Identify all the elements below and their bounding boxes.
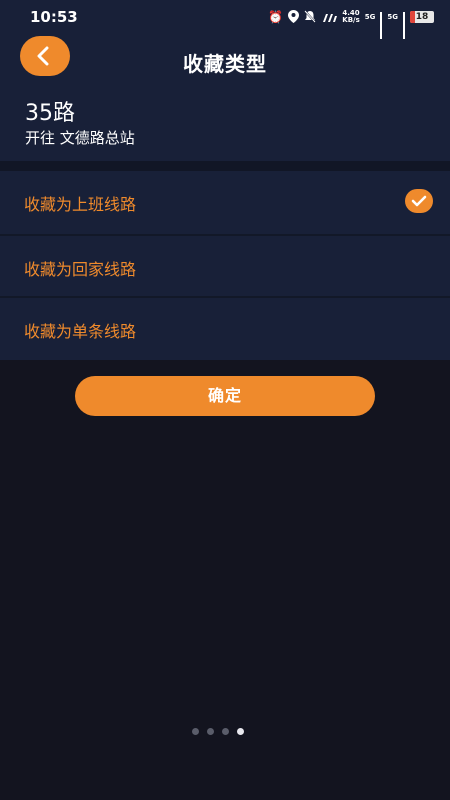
mute-bell-icon	[304, 8, 317, 27]
confirm-button[interactable]: 确定	[75, 376, 375, 416]
status-time: 10:53	[30, 8, 78, 26]
page-dot[interactable]	[222, 728, 229, 735]
option-commute-to-work[interactable]: 收藏为上班线路	[0, 171, 440, 231]
page-dot[interactable]	[207, 728, 214, 735]
network-speed: 4.40 KB/s	[342, 9, 360, 24]
carrier-logo-icon	[321, 8, 338, 27]
option-label: 收藏为回家线路	[24, 260, 137, 279]
route-direction: 开往 文德路总站	[25, 129, 135, 147]
signal-icon-1	[380, 11, 383, 39]
alarm-icon: ⏰	[268, 10, 284, 24]
battery-icon: 18	[410, 11, 434, 23]
page-dot[interactable]	[192, 728, 199, 735]
signal-icon-2	[403, 11, 405, 39]
status-icons: ⏰ 4.40 KB/s 5G 5G 18	[268, 8, 434, 39]
route-name: 35路	[25, 101, 75, 126]
page-dot-active[interactable]	[237, 728, 244, 735]
checkmark-icon	[405, 189, 433, 213]
page-indicator	[192, 728, 244, 735]
network-type-1: 5G	[364, 13, 376, 21]
option-label: 收藏为单条线路	[24, 322, 137, 341]
network-type-2: 5G	[387, 13, 398, 21]
option-label: 收藏为上班线路	[24, 195, 137, 214]
page-title: 收藏类型	[183, 52, 267, 76]
option-single-route[interactable]: 收藏为单条线路	[0, 298, 440, 358]
status-bar: 10:53 ⏰ 4.40 KB/s 5G 5G 18	[0, 0, 450, 39]
location-icon	[288, 8, 300, 27]
option-commute-home[interactable]: 收藏为回家线路	[0, 236, 440, 296]
section-divider	[0, 161, 450, 171]
